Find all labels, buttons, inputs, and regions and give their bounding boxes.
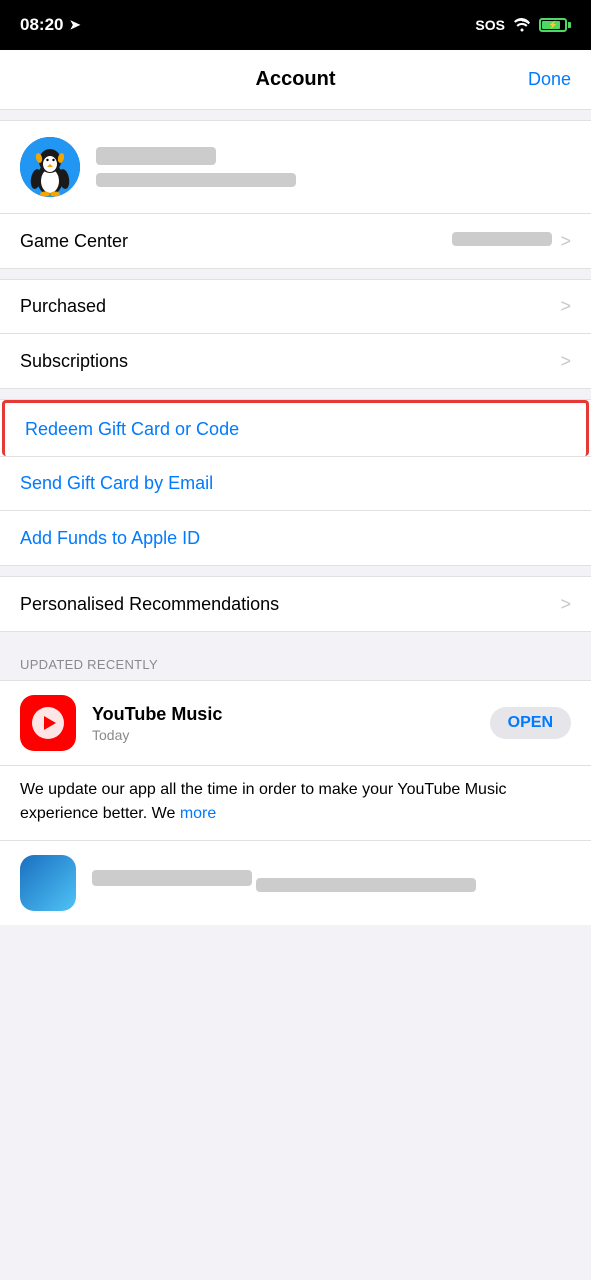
updated-recently-label: UPDATED RECENTLY bbox=[20, 657, 158, 672]
personalised-row[interactable]: Personalised Recommendations > bbox=[0, 577, 591, 631]
personalised-label: Personalised Recommendations bbox=[20, 594, 279, 615]
status-bar: 08:20 ➤ SOS ⚡ bbox=[0, 0, 591, 50]
chevron-right-icon: > bbox=[560, 231, 571, 252]
wifi-icon bbox=[513, 18, 531, 32]
game-center-right: > bbox=[452, 231, 571, 252]
send-gift-card-label: Send Gift Card by Email bbox=[20, 473, 213, 494]
description-text: We update our app all the time in order … bbox=[20, 781, 507, 822]
redeem-gift-card-row[interactable]: Redeem Gift Card or Code bbox=[2, 400, 589, 456]
more-link[interactable]: more bbox=[180, 805, 216, 822]
game-center-row[interactable]: Game Center > bbox=[0, 214, 591, 268]
profile-name-blurred bbox=[96, 147, 216, 165]
add-funds-row[interactable]: Add Funds to Apple ID bbox=[0, 511, 591, 565]
bottom-app-desc-blurred bbox=[256, 878, 476, 892]
profile-section: Game Center > bbox=[0, 120, 591, 269]
chevron-right-icon: > bbox=[560, 296, 571, 317]
add-funds-label: Add Funds to Apple ID bbox=[20, 528, 200, 549]
youtube-music-subtitle: Today bbox=[92, 727, 474, 743]
youtube-music-icon bbox=[20, 695, 76, 751]
time-label: 08:20 bbox=[20, 15, 63, 35]
nav-header: Account Done bbox=[0, 50, 591, 110]
separator-3 bbox=[0, 566, 591, 576]
bottom-app-info bbox=[92, 870, 571, 897]
separator-2 bbox=[0, 389, 591, 399]
profile-row bbox=[0, 121, 591, 214]
status-right: SOS ⚡ bbox=[475, 17, 571, 33]
chevron-right-icon: > bbox=[560, 594, 571, 615]
redeem-row-wrapper: Redeem Gift Card or Code bbox=[0, 400, 591, 457]
youtube-music-info: YouTube Music Today bbox=[92, 704, 474, 743]
sos-label: SOS bbox=[475, 17, 505, 33]
game-center-value-blurred bbox=[452, 232, 552, 246]
personalised-right: > bbox=[560, 594, 571, 615]
location-icon: ➤ bbox=[69, 17, 80, 33]
purchased-right: > bbox=[560, 296, 571, 317]
separator-1 bbox=[0, 269, 591, 279]
youtube-music-row: YouTube Music Today OPEN bbox=[0, 681, 591, 766]
separator-4 bbox=[0, 632, 591, 642]
bottom-app-row bbox=[0, 841, 591, 925]
purchased-row[interactable]: Purchased > bbox=[0, 280, 591, 334]
redeem-gift-card-label: Redeem Gift Card or Code bbox=[25, 419, 239, 440]
status-time: 08:20 ➤ bbox=[20, 15, 80, 35]
game-center-label: Game Center bbox=[20, 231, 128, 252]
chevron-right-icon: > bbox=[560, 351, 571, 372]
profile-email-blurred bbox=[96, 173, 296, 187]
page-title: Account bbox=[256, 68, 336, 91]
updated-recently-section: UPDATED RECENTLY bbox=[0, 642, 591, 680]
avatar bbox=[20, 137, 80, 197]
subscriptions-label: Subscriptions bbox=[20, 351, 128, 372]
app-description: We update our app all the time in order … bbox=[0, 766, 591, 841]
battery-icon: ⚡ bbox=[539, 18, 571, 32]
app-section: YouTube Music Today OPEN We update our a… bbox=[0, 680, 591, 925]
bottom-app-icon bbox=[20, 855, 76, 911]
personalised-section: Personalised Recommendations > bbox=[0, 576, 591, 632]
subscriptions-right: > bbox=[560, 351, 571, 372]
game-center-value bbox=[452, 232, 552, 251]
open-button[interactable]: OPEN bbox=[490, 707, 571, 739]
youtube-music-name: YouTube Music bbox=[92, 704, 474, 725]
send-gift-card-row[interactable]: Send Gift Card by Email bbox=[0, 457, 591, 511]
bottom-app-name-blurred bbox=[92, 870, 252, 886]
subscriptions-row[interactable]: Subscriptions > bbox=[0, 334, 591, 388]
purchased-label: Purchased bbox=[20, 296, 106, 317]
links-section: Redeem Gift Card or Code Send Gift Card … bbox=[0, 399, 591, 566]
profile-info bbox=[96, 147, 296, 187]
nav-section: Purchased > Subscriptions > bbox=[0, 279, 591, 389]
done-button[interactable]: Done bbox=[528, 69, 571, 90]
